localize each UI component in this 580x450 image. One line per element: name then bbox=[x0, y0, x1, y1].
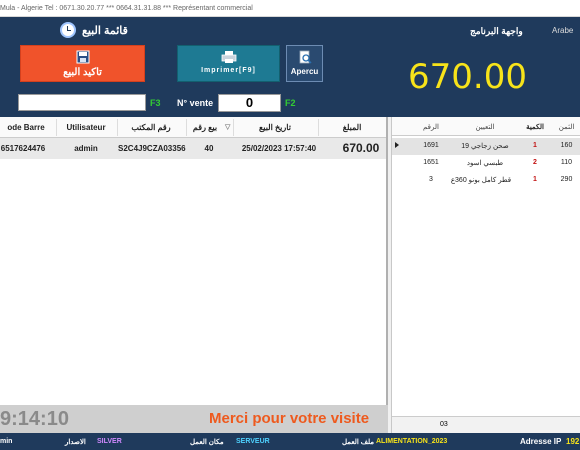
status-file: ALIMENTATION_2023 bbox=[376, 438, 448, 445]
preview-label: Apercu bbox=[290, 67, 319, 76]
sales-table-header: ode Barre Utilisateur رقم المكتب بيع رقم… bbox=[0, 117, 386, 138]
item-name: قطر كامل بونو 360ع bbox=[450, 177, 512, 184]
item-price: 110 bbox=[560, 159, 573, 166]
cell-sale-number: 40 bbox=[204, 144, 214, 153]
table-row[interactable]: 6517624476 admin S2C4J9CZA03356 40 25/02… bbox=[0, 138, 386, 159]
app-window: Mula - Algerie Tel : 0671.30.20.77 *** 0… bbox=[0, 0, 580, 450]
item-quantity: 1 bbox=[533, 176, 537, 183]
item-number: 1651 bbox=[423, 159, 439, 166]
app-header: قائمة البيع واجهة البرنامج Arabe bbox=[0, 17, 580, 45]
column-price[interactable]: الثمن bbox=[552, 123, 580, 131]
sort-indicator-icon: ▽ bbox=[225, 124, 231, 131]
print-button[interactable]: Imprimer[F9] bbox=[177, 45, 280, 82]
column-quantity[interactable]: الكمية bbox=[520, 123, 550, 131]
items-table: الرقم التعيين الكمية الثمن 1691 صحن زجاج… bbox=[391, 117, 580, 433]
item-quantity: 1 bbox=[533, 142, 537, 149]
cell-barcode: 6517624476 bbox=[0, 144, 46, 153]
toolbar: تاكيد البيع Imprimer[F9] Apercu 670.00 F… bbox=[0, 45, 580, 117]
status-ip: 192 bbox=[566, 437, 580, 446]
page-title: قائمة البيع bbox=[82, 24, 128, 37]
cell-desk: S2C4J9CZA03356 bbox=[118, 144, 186, 153]
page-title-group: قائمة البيع bbox=[60, 22, 128, 38]
barcode-input[interactable] bbox=[18, 94, 146, 111]
sale-number-input[interactable]: 0 bbox=[218, 94, 281, 112]
confirm-sale-label: تاكيد البيع bbox=[63, 67, 102, 78]
column-barcode[interactable]: ode Barre bbox=[0, 123, 52, 132]
sales-table: ode Barre Utilisateur رقم المكتب بيع رقم… bbox=[0, 117, 388, 405]
item-name: صحن زجاجي 19 bbox=[461, 143, 509, 150]
print-label: Imprimer[F9] bbox=[201, 67, 256, 74]
confirm-sale-button[interactable]: تاكيد البيع bbox=[20, 45, 145, 82]
items-table-footer: 03 bbox=[392, 416, 580, 433]
column-item-number[interactable]: الرقم bbox=[412, 123, 450, 131]
cell-user: admin bbox=[74, 144, 98, 153]
status-user: min bbox=[0, 438, 13, 445]
list-item[interactable]: 1651 طبسي اسود 2 110 bbox=[392, 155, 580, 172]
status-file-label: ملف العمل bbox=[342, 439, 375, 446]
item-quantity: 2 bbox=[533, 159, 537, 166]
status-workplace-label: مكان العمل bbox=[190, 439, 224, 446]
item-name: طبسي اسود bbox=[466, 160, 504, 167]
column-amount[interactable]: المبلغ bbox=[319, 123, 385, 132]
item-number: 1691 bbox=[423, 142, 439, 149]
items-count: 03 bbox=[440, 421, 448, 428]
clock-display: 9:14:10 bbox=[0, 408, 69, 430]
column-sale-number[interactable]: بيع رقم bbox=[187, 123, 223, 132]
sale-number-label: N° vente bbox=[177, 98, 214, 108]
column-desk[interactable]: رقم المكتب bbox=[118, 123, 184, 132]
item-price: 160 bbox=[560, 142, 573, 149]
cell-amount: 670.00 bbox=[342, 141, 380, 155]
sale-number-hotkey: F2 bbox=[285, 98, 296, 108]
item-price: 290 bbox=[560, 176, 573, 183]
column-user[interactable]: Utilisateur bbox=[57, 123, 115, 132]
language-selector[interactable]: Arabe bbox=[552, 26, 573, 35]
list-item[interactable]: 3 قطر كامل بونو 360ع 1 290 bbox=[392, 172, 580, 189]
list-item[interactable]: 1691 صحن زجاجي 19 1 160 bbox=[392, 138, 580, 155]
alarm-clock-icon bbox=[60, 22, 76, 38]
sale-total: 670.00 bbox=[408, 57, 527, 97]
bottom-strip: 9:14:10 Merci pour votre visite bbox=[0, 405, 388, 433]
interface-label: واجهة البرنامج bbox=[470, 26, 523, 36]
printer-icon bbox=[221, 51, 236, 63]
window-titlebar: Mula - Algerie Tel : 0671.30.20.77 *** 0… bbox=[0, 0, 580, 17]
column-sale-date[interactable]: تاريخ البيع bbox=[234, 123, 316, 132]
barcode-hotkey: F3 bbox=[150, 98, 161, 108]
status-bar: min الاصدار SILVER مكان العمل SERVEUR مل… bbox=[0, 433, 580, 450]
items-table-header: الرقم التعيين الكمية الثمن bbox=[392, 117, 580, 136]
preview-button[interactable]: Apercu bbox=[286, 45, 323, 82]
cell-sale-date: 25/02/2023 17:57:40 bbox=[241, 144, 317, 153]
current-row-pointer-icon bbox=[395, 142, 399, 148]
status-ip-label: Adresse IP bbox=[520, 437, 562, 446]
print-preview-icon bbox=[299, 50, 312, 64]
status-version: SILVER bbox=[97, 438, 122, 445]
status-version-label: الاصدار bbox=[65, 439, 86, 446]
save-icon bbox=[76, 50, 89, 64]
column-item-name[interactable]: التعيين bbox=[450, 123, 520, 131]
thanks-message: Merci pour votre visite bbox=[209, 410, 370, 427]
status-workplace: SERVEUR bbox=[236, 438, 270, 445]
